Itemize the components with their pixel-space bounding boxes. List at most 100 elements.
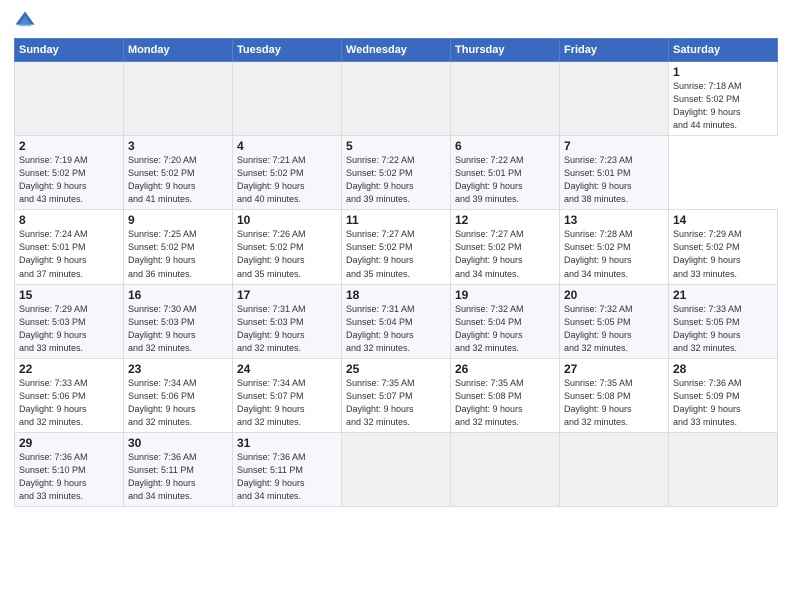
calendar-day-cell: 8Sunrise: 7:24 AM Sunset: 5:01 PM Daylig… [15, 210, 124, 284]
day-info: Sunrise: 7:31 AM Sunset: 5:04 PM Dayligh… [346, 303, 446, 355]
day-info: Sunrise: 7:22 AM Sunset: 5:01 PM Dayligh… [455, 154, 555, 206]
calendar-day-cell: 13Sunrise: 7:28 AM Sunset: 5:02 PM Dayli… [560, 210, 669, 284]
calendar-header-tuesday: Tuesday [233, 39, 342, 62]
logo-icon [14, 10, 36, 32]
day-number: 9 [128, 213, 228, 227]
calendar-day-cell: 5Sunrise: 7:22 AM Sunset: 5:02 PM Daylig… [342, 136, 451, 210]
calendar-day-cell: 4Sunrise: 7:21 AM Sunset: 5:02 PM Daylig… [233, 136, 342, 210]
day-info: Sunrise: 7:31 AM Sunset: 5:03 PM Dayligh… [237, 303, 337, 355]
calendar-header-wednesday: Wednesday [342, 39, 451, 62]
calendar-day-cell: 27Sunrise: 7:35 AM Sunset: 5:08 PM Dayli… [560, 358, 669, 432]
calendar-week-row: 29Sunrise: 7:36 AM Sunset: 5:10 PM Dayli… [15, 432, 778, 506]
calendar-day-cell: 19Sunrise: 7:32 AM Sunset: 5:04 PM Dayli… [451, 284, 560, 358]
header [14, 10, 778, 32]
calendar-day-cell: 3Sunrise: 7:20 AM Sunset: 5:02 PM Daylig… [124, 136, 233, 210]
calendar-week-row: 8Sunrise: 7:24 AM Sunset: 5:01 PM Daylig… [15, 210, 778, 284]
calendar-empty-cell [560, 62, 669, 136]
day-info: Sunrise: 7:32 AM Sunset: 5:05 PM Dayligh… [564, 303, 664, 355]
calendar-header-saturday: Saturday [669, 39, 778, 62]
calendar-day-cell: 31Sunrise: 7:36 AM Sunset: 5:11 PM Dayli… [233, 432, 342, 506]
day-number: 11 [346, 213, 446, 227]
calendar-header-sunday: Sunday [15, 39, 124, 62]
day-info: Sunrise: 7:21 AM Sunset: 5:02 PM Dayligh… [237, 154, 337, 206]
day-number: 4 [237, 139, 337, 153]
calendar-empty-cell [124, 62, 233, 136]
day-number: 28 [673, 362, 773, 376]
calendar-day-cell: 25Sunrise: 7:35 AM Sunset: 5:07 PM Dayli… [342, 358, 451, 432]
day-info: Sunrise: 7:34 AM Sunset: 5:06 PM Dayligh… [128, 377, 228, 429]
day-info: Sunrise: 7:30 AM Sunset: 5:03 PM Dayligh… [128, 303, 228, 355]
day-info: Sunrise: 7:34 AM Sunset: 5:07 PM Dayligh… [237, 377, 337, 429]
day-number: 3 [128, 139, 228, 153]
day-number: 24 [237, 362, 337, 376]
calendar-day-cell: 1Sunrise: 7:18 AM Sunset: 5:02 PM Daylig… [669, 62, 778, 136]
day-number: 2 [19, 139, 119, 153]
calendar-day-cell: 18Sunrise: 7:31 AM Sunset: 5:04 PM Dayli… [342, 284, 451, 358]
day-number: 7 [564, 139, 664, 153]
day-number: 30 [128, 436, 228, 450]
day-number: 26 [455, 362, 555, 376]
calendar-header-monday: Monday [124, 39, 233, 62]
calendar-container: SundayMondayTuesdayWednesdayThursdayFrid… [0, 0, 792, 612]
day-number: 6 [455, 139, 555, 153]
day-number: 8 [19, 213, 119, 227]
day-info: Sunrise: 7:25 AM Sunset: 5:02 PM Dayligh… [128, 228, 228, 280]
calendar-day-cell: 28Sunrise: 7:36 AM Sunset: 5:09 PM Dayli… [669, 358, 778, 432]
day-info: Sunrise: 7:26 AM Sunset: 5:02 PM Dayligh… [237, 228, 337, 280]
calendar-day-cell: 16Sunrise: 7:30 AM Sunset: 5:03 PM Dayli… [124, 284, 233, 358]
calendar-day-cell: 12Sunrise: 7:27 AM Sunset: 5:02 PM Dayli… [451, 210, 560, 284]
calendar-day-cell [342, 432, 451, 506]
calendar-day-cell: 26Sunrise: 7:35 AM Sunset: 5:08 PM Dayli… [451, 358, 560, 432]
day-number: 21 [673, 288, 773, 302]
calendar-day-cell: 2Sunrise: 7:19 AM Sunset: 5:02 PM Daylig… [15, 136, 124, 210]
calendar-day-cell: 10Sunrise: 7:26 AM Sunset: 5:02 PM Dayli… [233, 210, 342, 284]
day-number: 12 [455, 213, 555, 227]
calendar-day-cell: 17Sunrise: 7:31 AM Sunset: 5:03 PM Dayli… [233, 284, 342, 358]
calendar-empty-cell [233, 62, 342, 136]
calendar-header-friday: Friday [560, 39, 669, 62]
calendar-day-cell: 29Sunrise: 7:36 AM Sunset: 5:10 PM Dayli… [15, 432, 124, 506]
calendar-week-row: 15Sunrise: 7:29 AM Sunset: 5:03 PM Dayli… [15, 284, 778, 358]
day-number: 29 [19, 436, 119, 450]
calendar-day-cell [451, 432, 560, 506]
calendar-empty-cell [451, 62, 560, 136]
day-number: 10 [237, 213, 337, 227]
calendar-day-cell: 14Sunrise: 7:29 AM Sunset: 5:02 PM Dayli… [669, 210, 778, 284]
calendar-week-row: 1Sunrise: 7:18 AM Sunset: 5:02 PM Daylig… [15, 62, 778, 136]
day-info: Sunrise: 7:35 AM Sunset: 5:08 PM Dayligh… [564, 377, 664, 429]
calendar-empty-cell [342, 62, 451, 136]
day-info: Sunrise: 7:36 AM Sunset: 5:10 PM Dayligh… [19, 451, 119, 503]
day-info: Sunrise: 7:33 AM Sunset: 5:05 PM Dayligh… [673, 303, 773, 355]
calendar-day-cell: 20Sunrise: 7:32 AM Sunset: 5:05 PM Dayli… [560, 284, 669, 358]
day-info: Sunrise: 7:35 AM Sunset: 5:07 PM Dayligh… [346, 377, 446, 429]
day-info: Sunrise: 7:20 AM Sunset: 5:02 PM Dayligh… [128, 154, 228, 206]
calendar-empty-cell [15, 62, 124, 136]
calendar-day-cell: 23Sunrise: 7:34 AM Sunset: 5:06 PM Dayli… [124, 358, 233, 432]
calendar-day-cell: 30Sunrise: 7:36 AM Sunset: 5:11 PM Dayli… [124, 432, 233, 506]
day-info: Sunrise: 7:23 AM Sunset: 5:01 PM Dayligh… [564, 154, 664, 206]
day-number: 17 [237, 288, 337, 302]
day-info: Sunrise: 7:27 AM Sunset: 5:02 PM Dayligh… [346, 228, 446, 280]
day-info: Sunrise: 7:28 AM Sunset: 5:02 PM Dayligh… [564, 228, 664, 280]
calendar-day-cell: 7Sunrise: 7:23 AM Sunset: 5:01 PM Daylig… [560, 136, 669, 210]
day-info: Sunrise: 7:36 AM Sunset: 5:09 PM Dayligh… [673, 377, 773, 429]
day-number: 15 [19, 288, 119, 302]
day-info: Sunrise: 7:22 AM Sunset: 5:02 PM Dayligh… [346, 154, 446, 206]
day-info: Sunrise: 7:32 AM Sunset: 5:04 PM Dayligh… [455, 303, 555, 355]
calendar-week-row: 22Sunrise: 7:33 AM Sunset: 5:06 PM Dayli… [15, 358, 778, 432]
day-number: 5 [346, 139, 446, 153]
day-number: 16 [128, 288, 228, 302]
day-number: 13 [564, 213, 664, 227]
day-info: Sunrise: 7:18 AM Sunset: 5:02 PM Dayligh… [673, 80, 773, 132]
day-number: 14 [673, 213, 773, 227]
day-number: 19 [455, 288, 555, 302]
day-number: 31 [237, 436, 337, 450]
day-info: Sunrise: 7:36 AM Sunset: 5:11 PM Dayligh… [237, 451, 337, 503]
day-info: Sunrise: 7:24 AM Sunset: 5:01 PM Dayligh… [19, 228, 119, 280]
day-info: Sunrise: 7:29 AM Sunset: 5:03 PM Dayligh… [19, 303, 119, 355]
calendar-day-cell: 24Sunrise: 7:34 AM Sunset: 5:07 PM Dayli… [233, 358, 342, 432]
calendar-day-cell: 11Sunrise: 7:27 AM Sunset: 5:02 PM Dayli… [342, 210, 451, 284]
day-number: 25 [346, 362, 446, 376]
day-info: Sunrise: 7:35 AM Sunset: 5:08 PM Dayligh… [455, 377, 555, 429]
calendar-day-cell [669, 432, 778, 506]
